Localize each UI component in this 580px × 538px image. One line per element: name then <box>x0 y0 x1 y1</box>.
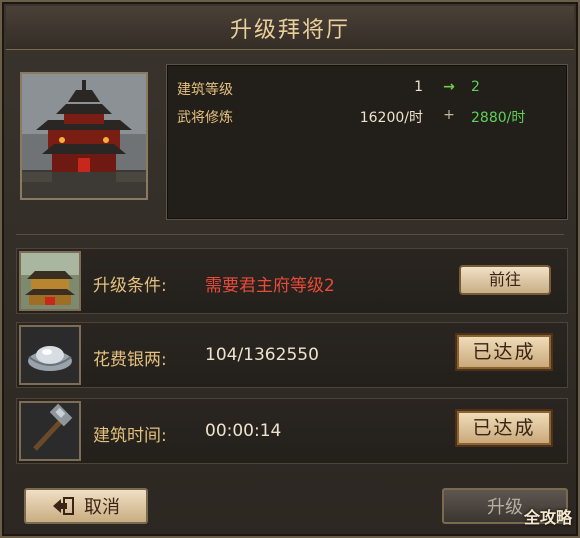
divider <box>16 234 564 235</box>
requirement-label: 建筑时间: <box>93 426 167 446</box>
achieved-button[interactable]: 已达成 <box>457 411 551 445</box>
dialog-title: 升级拜将厅 <box>229 17 350 43</box>
requirement-value: 需要君主府等级2 <box>205 276 335 296</box>
palace-building-icon <box>19 251 81 311</box>
building-portrait <box>20 72 148 200</box>
building-panel: 建筑等级 1 → 2 武将修炼 16200/时 + 2880/时 <box>16 62 568 226</box>
stat-row-general-training: 武将修炼 16200/时 + 2880/时 <box>177 107 557 129</box>
achieved-button[interactable]: 已达成 <box>457 335 551 369</box>
cancel-label: 取消 <box>84 497 120 518</box>
stat-next: 2880/时 <box>471 110 526 126</box>
requirement-row-silver: 花费银两: 104/1362550 已达成 <box>16 322 568 388</box>
stat-label: 武将修炼 <box>177 110 233 126</box>
requirement-label: 升级条件: <box>93 276 167 296</box>
requirement-value: 104/1362550 <box>205 345 319 365</box>
silver-ingot-icon <box>19 325 81 385</box>
stat-next: 2 <box>471 79 480 95</box>
plus-icon: + <box>443 107 455 123</box>
pagoda-building-icon <box>22 74 146 198</box>
stat-current: 16200/时 <box>359 110 423 126</box>
stat-current: 1 <box>414 79 423 95</box>
arrow-right-icon: → <box>443 79 455 95</box>
cancel-button[interactable]: 取消 <box>24 488 148 524</box>
go-to-button[interactable]: 前往 <box>459 265 551 295</box>
title-bar: 升级拜将厅 <box>6 6 574 50</box>
stat-row-building-level: 建筑等级 1 → 2 <box>177 79 557 101</box>
requirement-row-time: 建筑时间: 00:00:14 已达成 <box>16 398 568 464</box>
stat-label: 建筑等级 <box>177 82 233 98</box>
watermark-logo: 全攻略 <box>523 508 572 527</box>
upgrade-dialog: 升级拜将厅 建筑等级 1 → 2 武将修炼 16200/时 + 2880/时 升… <box>0 0 580 538</box>
requirement-label: 花费银两: <box>93 350 167 370</box>
requirement-row-condition: 升级条件: 需要君主府等级2 前往 <box>16 248 568 314</box>
upgrade-label: 升级 <box>487 497 523 518</box>
building-stats-box: 建筑等级 1 → 2 武将修炼 16200/时 + 2880/时 <box>166 64 568 220</box>
back-arrow-icon <box>52 497 74 515</box>
requirement-value: 00:00:14 <box>205 421 282 441</box>
hammer-icon <box>19 401 81 461</box>
